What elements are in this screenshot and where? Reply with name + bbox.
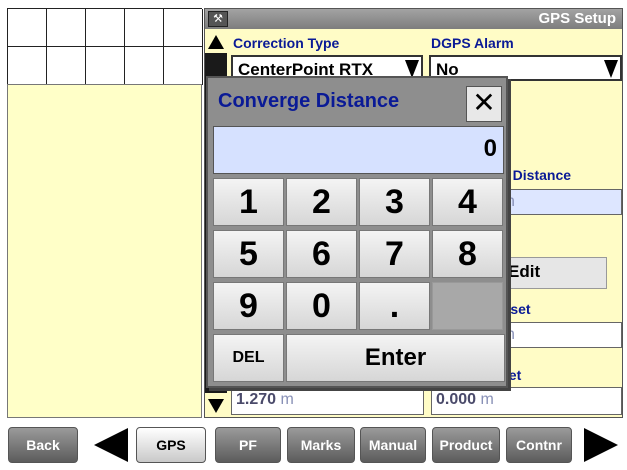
key-6[interactable]: 6 [286, 230, 357, 278]
converge-distance-dialog: Converge Distance ✕ 0 1 2 3 4 5 6 7 8 9 … [206, 76, 508, 388]
scroll-down-icon[interactable] [208, 399, 224, 413]
tab-marks[interactable]: Marks [287, 427, 355, 463]
left-value: 1.270 [236, 391, 277, 408]
keypad-display: 0 [213, 126, 504, 174]
grid-cell[interactable] [8, 47, 47, 85]
key-2[interactable]: 2 [286, 178, 357, 226]
grid-cell[interactable] [125, 9, 164, 47]
scroll-up-icon[interactable] [208, 35, 224, 49]
back-button[interactable]: Back [8, 427, 78, 463]
close-icon[interactable]: ✕ [466, 86, 502, 122]
key-5[interactable]: 5 [213, 230, 284, 278]
right-value-field[interactable]: 0.000 m [431, 387, 622, 415]
dgps-alarm-label: DGPS Alarm [431, 35, 514, 51]
grid-cell[interactable] [8, 9, 47, 47]
correction-type-label: Correction Type [233, 35, 340, 51]
key-blank [432, 282, 503, 330]
grid-cell[interactable] [86, 9, 125, 47]
setup-title: GPS Setup [538, 10, 616, 27]
key-4[interactable]: 4 [432, 178, 503, 226]
prev-arrow-icon[interactable] [94, 428, 128, 462]
enter-button[interactable]: Enter [286, 334, 505, 382]
delete-button[interactable]: DEL [213, 334, 284, 382]
edit-button[interactable]: Edit [501, 257, 607, 289]
left-info-panel [7, 84, 202, 418]
key-3[interactable]: 3 [359, 178, 430, 226]
dialog-title: Converge Distance [218, 90, 400, 112]
grid-cell[interactable] [125, 47, 164, 85]
converge-distance-label: e Distance [501, 167, 572, 183]
tab-manual[interactable]: Manual [360, 427, 426, 463]
grid-cell[interactable] [164, 9, 203, 47]
gps-setup-screen: ⚒ GPS Setup Correction Type CenterPoint … [0, 0, 627, 470]
right-value: 0.000 [436, 391, 477, 408]
right-unit: m [476, 391, 494, 408]
grid-cell[interactable] [164, 47, 203, 85]
tab-gps[interactable]: GPS [136, 427, 206, 463]
left-value-field[interactable]: 1.270 m [231, 387, 424, 415]
grid-cell[interactable] [47, 47, 86, 85]
tab-pf[interactable]: PF [215, 427, 281, 463]
converge-distance-field[interactable]: n [501, 189, 622, 215]
wrench-icon: ⚒ [208, 11, 228, 27]
next-arrow-icon[interactable] [584, 428, 618, 462]
grid-cell[interactable] [47, 9, 86, 47]
key-0[interactable]: 0 [286, 282, 357, 330]
tab-contnr[interactable]: Contnr [506, 427, 572, 463]
key-8[interactable]: 8 [432, 230, 503, 278]
dropdown-caret-icon [604, 60, 618, 78]
tab-product[interactable]: Product [432, 427, 500, 463]
edit-button-label: Edit [508, 262, 541, 281]
key-9[interactable]: 9 [213, 282, 284, 330]
offset-field[interactable]: n [501, 322, 622, 348]
left-unit: m [276, 391, 294, 408]
key-7[interactable]: 7 [359, 230, 430, 278]
key-1[interactable]: 1 [213, 178, 284, 226]
grid-cell[interactable] [86, 47, 125, 85]
layout-grid [7, 8, 203, 85]
setup-title-bar: ⚒ GPS Setup [205, 9, 622, 29]
key-decimal[interactable]: . [359, 282, 430, 330]
